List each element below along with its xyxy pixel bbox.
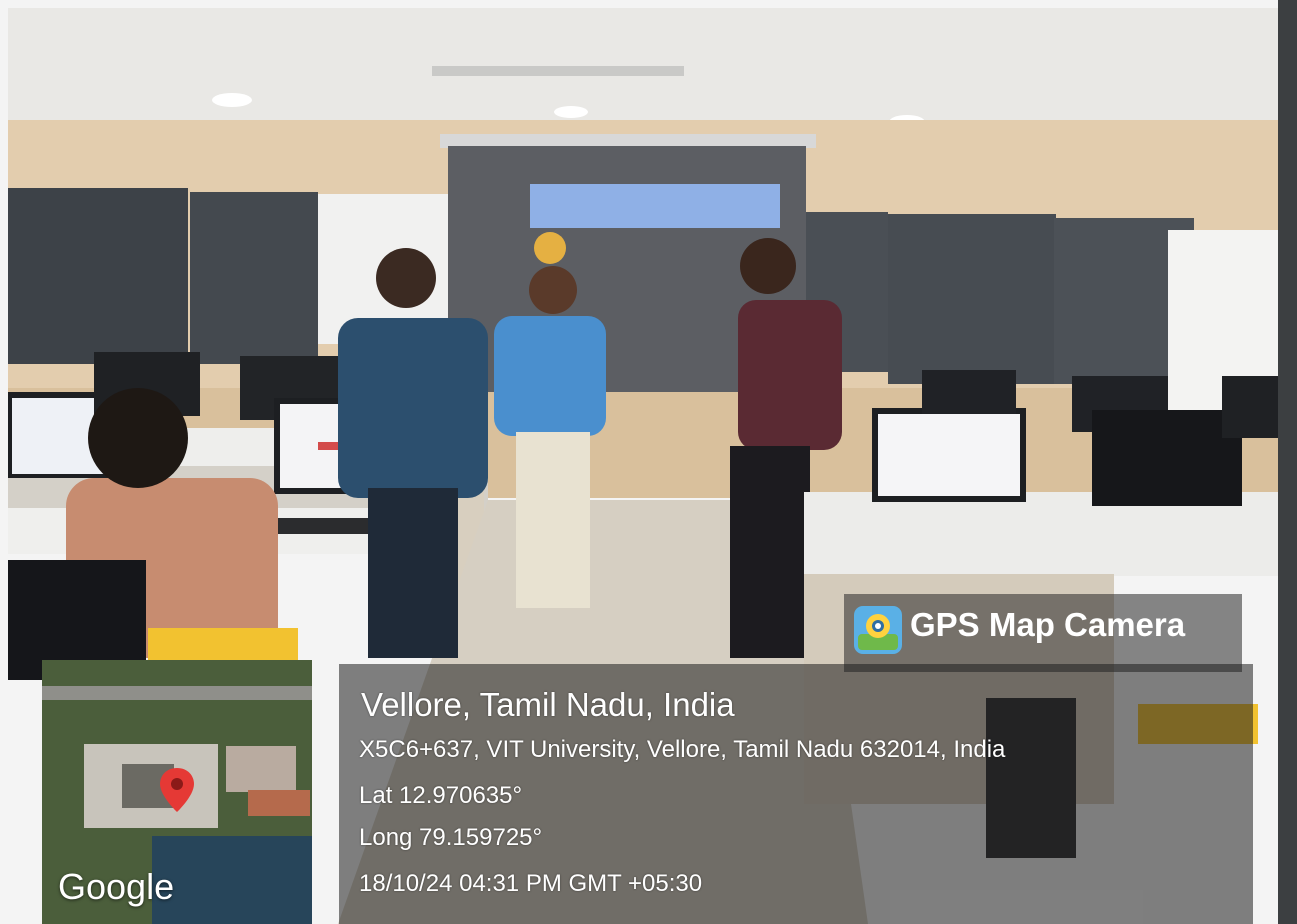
window-panel — [190, 192, 318, 364]
map-road — [42, 686, 312, 700]
ceiling-vent — [432, 66, 684, 76]
person-2-body — [494, 316, 606, 436]
window-panel — [8, 188, 188, 364]
person-2-head — [529, 266, 577, 314]
monitor — [1092, 410, 1242, 506]
location-info-panel: Vellore, Tamil Nadu, India X5C6+637, VIT… — [339, 664, 1253, 924]
person-3-legs — [730, 446, 810, 658]
map-lake — [152, 836, 312, 924]
projected-logo — [534, 232, 566, 264]
monitor-screen — [878, 414, 1020, 496]
monitor — [1222, 376, 1278, 438]
gps-camera-app-icon — [854, 606, 902, 654]
timestamp: 18/10/24 04:31 PM GMT +05:30 — [359, 870, 703, 897]
window-panel — [888, 214, 1056, 384]
person-3-body — [738, 300, 842, 450]
latitude: Lat 12.970635° — [359, 782, 523, 809]
person-1-legs — [368, 488, 458, 658]
ceiling-light — [554, 106, 588, 118]
gps-app-title: GPS Map Camera — [910, 606, 1186, 643]
person-3-head — [740, 238, 796, 294]
monitor — [922, 370, 1016, 414]
map-building — [226, 746, 296, 792]
person-2-legs — [516, 432, 590, 608]
address-line: X5C6+637, VIT University, Vellore, Tamil… — [359, 736, 1006, 763]
person-1-body — [338, 318, 488, 498]
seated-person-head — [88, 388, 188, 488]
person-1-head — [376, 248, 436, 308]
projected-banner — [530, 184, 780, 228]
projector-screen-frame — [440, 134, 816, 148]
satellite-mini-map: Google — [42, 660, 312, 924]
map-roof — [248, 790, 310, 816]
place-name: Vellore, Tamil Nadu, India — [361, 686, 735, 723]
longitude: Long 79.159725° — [359, 824, 543, 851]
lab-photo: Google GPS Map Camera Vellore, Tamil Nad… — [8, 8, 1278, 924]
google-logo: Google — [58, 866, 175, 907]
edge-strip — [1278, 0, 1297, 924]
ceiling-light — [212, 93, 252, 107]
gps-map-camera-badge: GPS Map Camera — [844, 594, 1242, 672]
screen-highlight — [318, 442, 340, 450]
